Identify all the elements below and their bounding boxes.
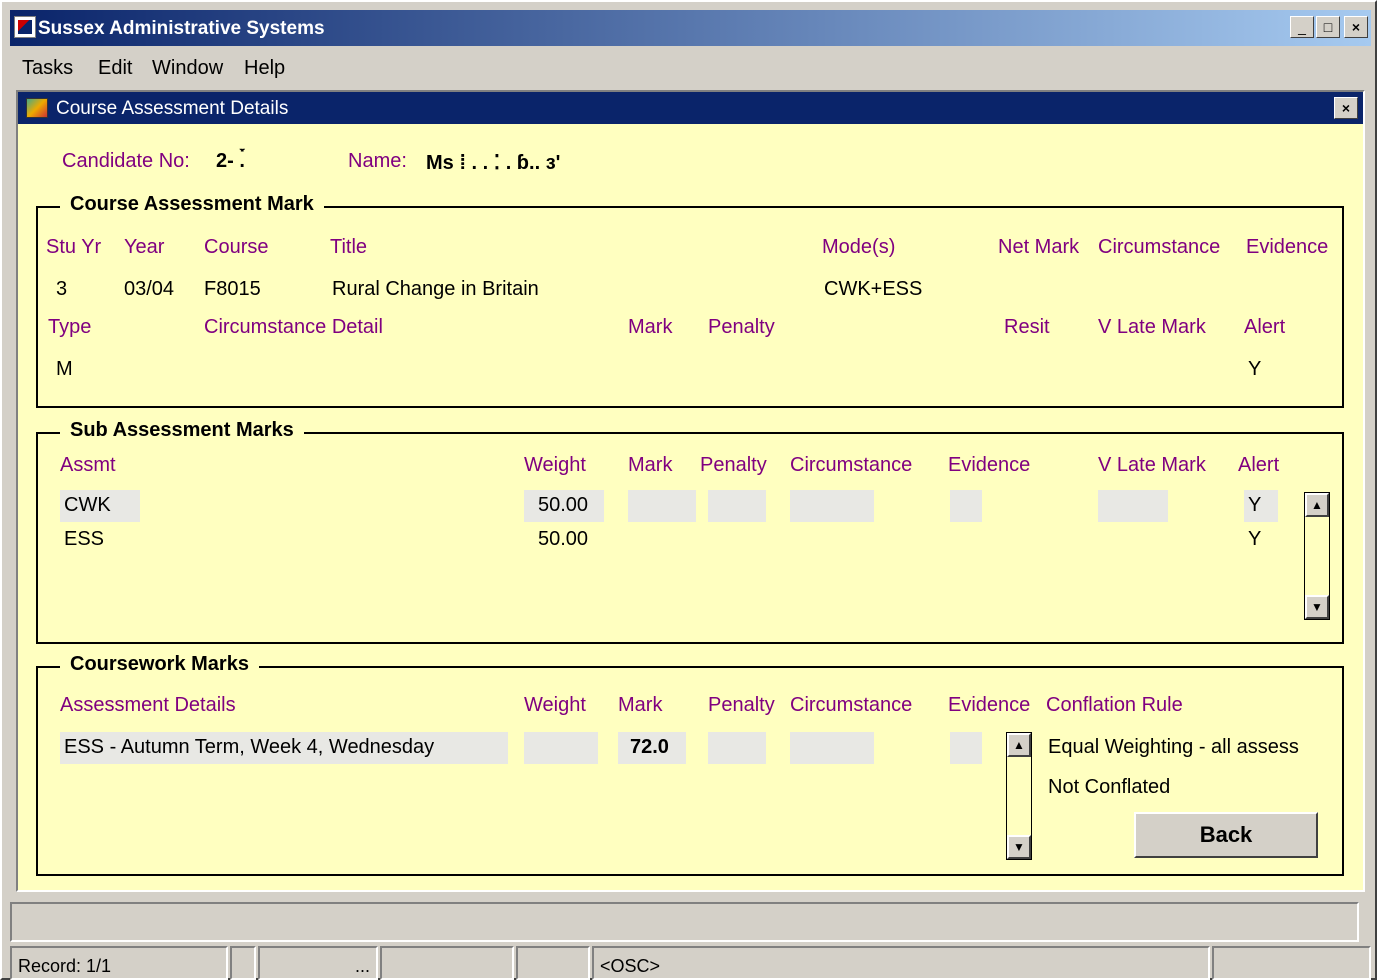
status-cell [230,946,256,980]
conflation-rule-2[interactable]: Not Conflated [1048,776,1170,799]
candidate-no-value: 2- .́̀ [216,150,245,172]
cw-weight-field[interactable] [524,732,598,764]
menu-tasks[interactable]: Tasks [22,57,73,80]
sub-header-mark: Mark [628,454,673,476]
scroll-down-icon[interactable]: ▼ [1305,595,1329,619]
cw-evidence-field[interactable] [950,732,982,764]
status-mode: <OSC> [592,946,1210,980]
sub-row-weight[interactable]: 50.00 [538,494,588,517]
close-button[interactable]: × [1344,16,1368,38]
course-assessment-title: Course Assessment Mark [60,193,324,216]
header-title: Title [330,236,368,258]
header-net-mark: Net Mark [998,236,1080,258]
candidate-no-label: Candidate No: [62,150,190,172]
menu-bar: Tasks Edit Window Help [10,48,1371,88]
penalty-field[interactable] [708,490,766,522]
alert-value[interactable]: Y [1248,358,1261,381]
sub-row-weight[interactable]: 50.00 [538,528,588,551]
header-penalty: Penalty [708,316,775,338]
circumstance-field[interactable] [790,490,874,522]
sub-header-v-late-mark: V Late Mark [1098,454,1206,476]
type-value[interactable]: M [56,358,73,381]
year-value[interactable]: 03/04 [124,278,174,301]
header-course: Course [204,236,269,258]
app-title: Sussex Administrative Systems [38,18,325,39]
record-indicator: Record: 1/1 [10,946,228,980]
header-circumstance-detail: Circumstance Detail [204,316,383,338]
form-icon [26,98,48,118]
cw-row-mark[interactable]: 72.0 [630,736,669,759]
course-assessment-window: Course Assessment Details × Candidate No… [16,90,1365,892]
header-stu-yr: Stu Yr [46,236,102,258]
stu-yr-value[interactable]: 3 [56,278,67,301]
header-type: Type [48,316,92,338]
app-icon[interactable] [14,16,36,38]
sub-header-weight: Weight [524,454,586,476]
mark-field[interactable] [628,490,696,522]
coursework-title: Coursework Marks [60,653,259,676]
cw-header-conflation: Conflation Rule [1046,694,1183,716]
back-button[interactable]: Back [1134,812,1318,858]
cw-header-details: Assessment Details [60,694,236,716]
menu-edit[interactable]: Edit [98,57,132,80]
scroll-down-icon[interactable]: ▼ [1007,835,1031,859]
title-value[interactable]: Rural Change in Britain [332,278,539,301]
window-title-bar[interactable]: Course Assessment Details × [18,92,1363,124]
cw-header-weight: Weight [524,694,586,716]
name-label: Name: [348,150,407,172]
maximize-button[interactable]: □ [1316,16,1340,38]
modes-value[interactable]: CWK+ESS [824,278,922,301]
scroll-up-icon[interactable]: ▲ [1305,493,1329,517]
header-alert: Alert [1244,316,1286,338]
conflation-rule-1[interactable]: Equal Weighting - all assess [1048,736,1299,759]
cw-header-penalty: Penalty [708,694,775,716]
main-window: Sussex Administrative Systems _ □ × Task… [0,0,1377,980]
cw-penalty-field[interactable] [708,732,766,764]
window-close-button[interactable]: × [1334,97,1358,119]
name-value: Ms ⁞ . . ⁚ . ɓ.. ɜ' [426,152,561,174]
menu-window[interactable]: Window [152,57,223,80]
sub-row-alert[interactable]: Y [1248,528,1261,551]
status-cell [1212,946,1371,980]
message-line [10,902,1359,942]
minimize-button[interactable]: _ [1290,16,1314,38]
header-year: Year [124,236,165,258]
status-cell [380,946,514,980]
header-v-late-mark: V Late Mark [1098,316,1206,338]
cw-header-circumstance: Circumstance [790,694,913,716]
sub-header-penalty: Penalty [700,454,767,476]
status-ellipsis: ... [258,946,378,980]
sub-header-alert: Alert [1238,454,1280,476]
app-title-bar[interactable]: Sussex Administrative Systems _ □ × [10,10,1371,46]
status-cell [516,946,590,980]
sub-header-evidence: Evidence [948,454,1031,476]
cw-header-mark: Mark [618,694,663,716]
header-modes: Mode(s) [822,236,896,258]
cw-row-details[interactable]: ESS - Autumn Term, Week 4, Wednesday [64,736,434,759]
coursework-scrollbar[interactable]: ▲ ▼ [1006,732,1032,860]
evidence-field[interactable] [950,490,982,522]
sub-header-assmt: Assmt [60,454,116,476]
sub-row-alert[interactable]: Y [1248,494,1261,517]
sub-assessment-title: Sub Assessment Marks [60,419,304,442]
sub-assessment-scrollbar[interactable]: ▲ ▼ [1304,492,1330,620]
v-late-mark-field[interactable] [1098,490,1168,522]
scroll-up-icon[interactable]: ▲ [1007,733,1031,757]
header-mark: Mark [628,316,673,338]
header-evidence: Evidence [1246,236,1329,258]
cw-circumstance-field[interactable] [790,732,874,764]
cw-header-evidence: Evidence [948,694,1031,716]
sub-row-assmt[interactable]: ESS [64,528,104,551]
header-resit: Resit [1004,316,1050,338]
sub-header-circumstance: Circumstance [790,454,913,476]
course-value[interactable]: F8015 [204,278,261,301]
menu-help[interactable]: Help [244,57,285,80]
header-circumstance: Circumstance [1098,236,1221,258]
window-title: Course Assessment Details [56,98,289,119]
sub-row-assmt[interactable]: CWK [64,494,111,517]
